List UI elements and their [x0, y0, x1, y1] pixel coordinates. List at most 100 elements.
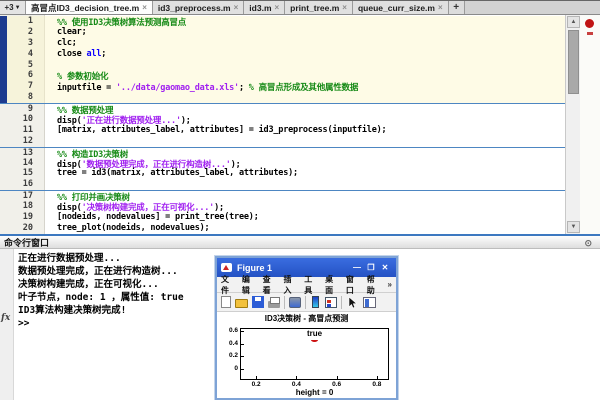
- editor-tab[interactable]: id3_preprocess.m×: [153, 1, 244, 14]
- plot-tools-icon[interactable]: [363, 297, 376, 308]
- code-text: [45, 60, 57, 71]
- menu-item-5[interactable]: 工具: [304, 274, 320, 296]
- line-number: 19: [0, 212, 45, 223]
- new-tab-button[interactable]: +: [449, 1, 465, 14]
- x-tick-label: 0.6: [325, 381, 349, 388]
- tab-close-icon[interactable]: ×: [234, 3, 239, 12]
- code-segment: clc;: [57, 38, 77, 48]
- editor-line: 9%% 数据预处理: [0, 103, 565, 114]
- code-segment: all: [87, 49, 102, 59]
- x-tick-label: 0.4: [284, 381, 308, 388]
- code-editor[interactable]: 1%% 使用ID3决策树算法预测高冒点2clear;3clc;4close al…: [0, 15, 600, 234]
- tab-close-icon[interactable]: ×: [438, 3, 443, 12]
- figure-toolbar: [217, 293, 396, 312]
- editor-tab[interactable]: 高冒点ID3_decision_tree.m×: [26, 1, 153, 14]
- console-line: 数据预处理完成，正在进行构造树...: [18, 265, 184, 278]
- tab-close-icon[interactable]: ×: [142, 3, 147, 12]
- code-text: %% 构造ID3决策树: [45, 148, 128, 158]
- x-axis-label: height = 0: [240, 388, 389, 397]
- editor-tab[interactable]: print_tree.m×: [285, 1, 353, 14]
- tab-overflow-count: +3: [4, 3, 13, 12]
- line-number: 7: [0, 81, 45, 92]
- analyzer-error-marker[interactable]: [587, 32, 593, 35]
- x-tick-mark: [256, 376, 257, 379]
- editor-vertical-scrollbar[interactable]: ▲ ▼: [565, 15, 580, 234]
- line-number: 13: [0, 148, 45, 158]
- editor-line: 11[matrix, attributes_label, attributes]…: [0, 125, 565, 136]
- line-number: 12: [0, 136, 45, 147]
- code-segment: ;: [239, 83, 249, 93]
- console-line: 正在进行数据预处理...: [18, 252, 184, 265]
- menu-item-3[interactable]: 查看: [263, 274, 279, 296]
- menu-item-2[interactable]: 编辑: [242, 274, 258, 296]
- command-window-title: 命令行窗口: [0, 236, 49, 249]
- edit-plot-icon[interactable]: [346, 296, 359, 309]
- scroll-down-icon[interactable]: ▼: [567, 221, 580, 233]
- pan-icon[interactable]: [289, 297, 301, 308]
- line-number: 20: [0, 223, 45, 234]
- line-number: 4: [0, 49, 45, 60]
- y-tick-label: 0: [217, 365, 238, 372]
- editor-tab[interactable]: id3.m×: [244, 1, 285, 14]
- menu-item-6[interactable]: 桌面: [325, 274, 341, 296]
- menu-overflow-icon[interactable]: »: [388, 280, 392, 289]
- maximize-button[interactable]: ❐: [364, 263, 378, 272]
- editor-line: 15tree = id3(matrix, attributes_label, a…: [0, 168, 565, 179]
- new-script-icon[interactable]: [221, 296, 231, 308]
- code-text: [nodeids, nodevalues] = print_tree(tree)…: [45, 212, 259, 223]
- code-text: % 参数初始化: [45, 70, 108, 81]
- code-segment: tree = id3(matrix, attributes_label, att…: [57, 168, 298, 178]
- open-file-icon[interactable]: [235, 299, 248, 308]
- panel-menu-icon[interactable]: ⊙: [584, 238, 592, 249]
- figure-window-title: Figure 1: [237, 263, 350, 273]
- line-number: 17: [0, 191, 45, 201]
- tab-close-icon[interactable]: ×: [342, 3, 347, 12]
- editor-tab[interactable]: queue_curr_size.m×: [353, 1, 449, 14]
- figure-menu-bar: 文件编辑查看插入工具桌面窗口帮助 »: [217, 277, 396, 293]
- menu-item-1[interactable]: 文件: [221, 274, 237, 296]
- fx-icon: fx: [1, 313, 10, 323]
- code-text: close all;: [45, 49, 106, 60]
- code-segment: clear;: [57, 27, 87, 37]
- code-segment: [nodeids, nodevalues] = print_tree(tree)…: [57, 212, 259, 222]
- tab-close-icon[interactable]: ×: [275, 3, 280, 12]
- figure-plot-area[interactable]: ID3决策树 - 高冒点预测 height = 0 0.60.40.200.20…: [217, 312, 396, 398]
- x-tick-mark: [377, 376, 378, 379]
- plot-title: ID3决策树 - 高冒点预测: [217, 313, 396, 324]
- code-text: [matrix, attributes_label, attributes] =…: [45, 125, 386, 136]
- y-tick-label: 0.2: [217, 352, 238, 359]
- close-button[interactable]: ✕: [378, 263, 392, 272]
- scrollbar-thumb[interactable]: [568, 30, 579, 94]
- editor-line: 17%% 打印并画决策树: [0, 190, 565, 201]
- minimize-button[interactable]: —: [350, 263, 364, 272]
- code-text: clc;: [45, 38, 77, 49]
- tab-overflow-button[interactable]: +3 ▼: [0, 1, 26, 14]
- editor-line: 10disp('正在进行数据预处理...');: [0, 114, 565, 125]
- code-analyzer-strip: [580, 15, 600, 234]
- line-number: 10: [0, 114, 45, 125]
- print-icon[interactable]: [268, 301, 280, 308]
- command-window-margin: fx: [0, 249, 14, 400]
- menu-item-4[interactable]: 插入: [283, 274, 299, 296]
- menu-item-7[interactable]: 窗口: [346, 274, 362, 296]
- scroll-up-icon[interactable]: ▲: [567, 16, 580, 28]
- line-number: 14: [0, 158, 45, 169]
- line-number: 8: [0, 92, 45, 103]
- menu-item-8[interactable]: 帮助: [367, 274, 383, 296]
- y-tick-mark: [241, 356, 244, 357]
- legend-icon[interactable]: [325, 297, 337, 308]
- code-text: clear;: [45, 27, 87, 38]
- save-icon[interactable]: [252, 296, 264, 308]
- command-window-output: 正在进行数据预处理...数据预处理完成，正在进行构造树...决策树构建完成，正在…: [18, 252, 184, 330]
- colorbar-icon[interactable]: [312, 296, 319, 308]
- analyzer-error-icon[interactable]: [585, 19, 594, 28]
- line-number: 11: [0, 125, 45, 136]
- code-segment: close: [57, 49, 87, 59]
- editor-line: 14disp('数据预处理完成，正在进行构造树...');: [0, 158, 565, 169]
- code-text: %% 数据预处理: [45, 104, 113, 114]
- x-tick-label: 0.8: [365, 381, 389, 388]
- editor-lines: 1%% 使用ID3决策树算法预测高冒点2clear;3clc;4close al…: [0, 16, 565, 234]
- code-text: %% 使用ID3决策树算法预测高冒点: [45, 16, 186, 27]
- command-prompt[interactable]: >>: [18, 317, 184, 330]
- code-segment: tree_plot(nodeids, nodevalues);: [57, 223, 209, 233]
